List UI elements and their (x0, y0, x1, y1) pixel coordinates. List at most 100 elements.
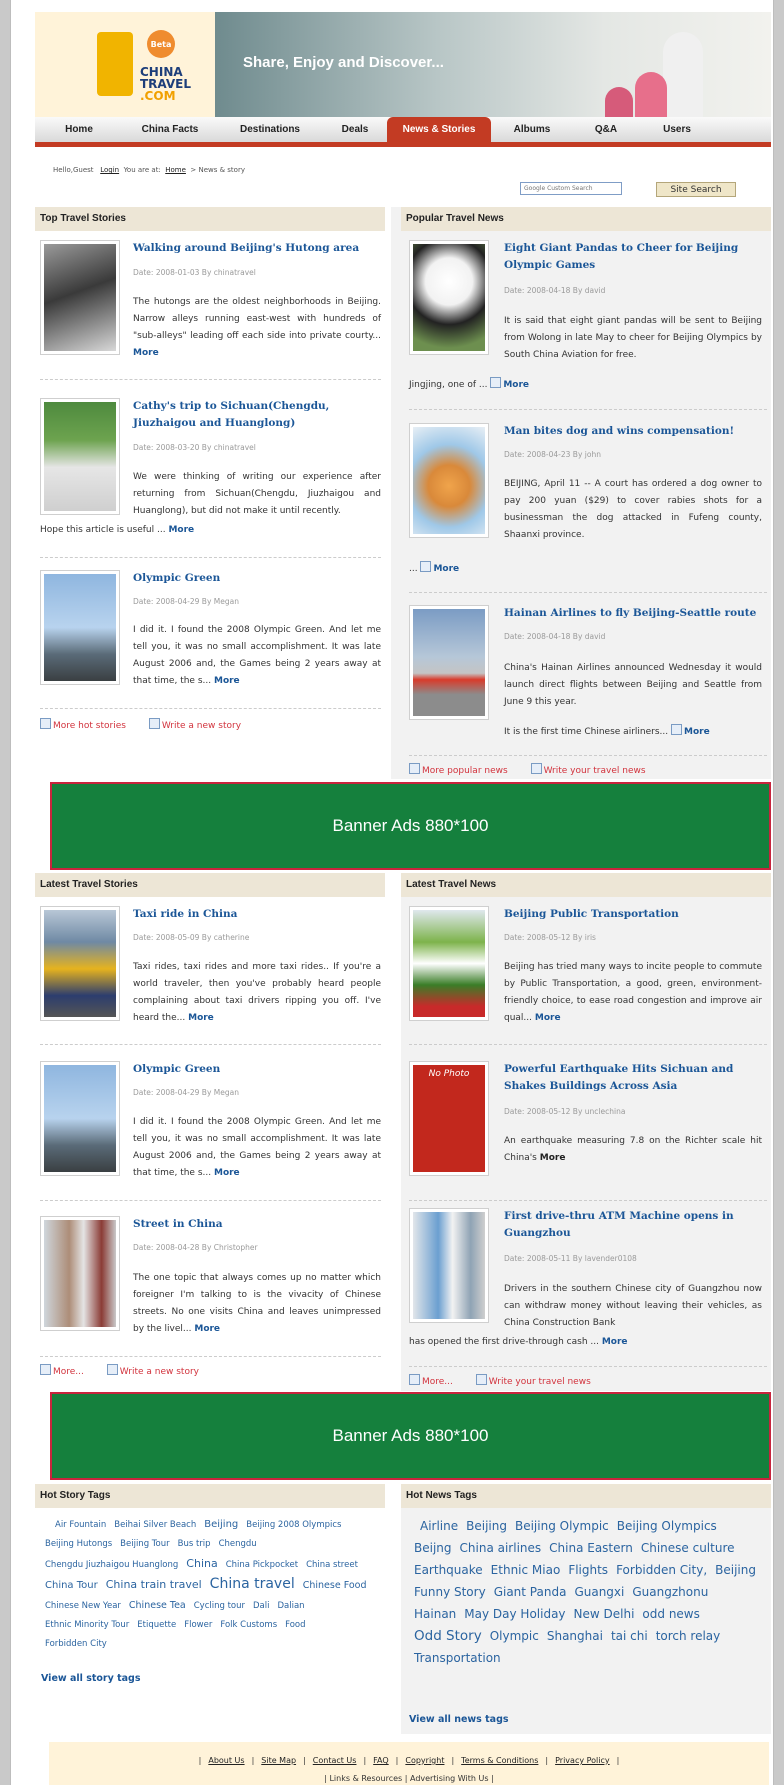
tag-link[interactable]: Food (285, 1616, 305, 1635)
tag-link[interactable]: Beijing Tour (120, 1535, 169, 1554)
tag-link[interactable]: China Eastern (549, 1537, 633, 1559)
banner-ad[interactable]: Banner Ads 880*100 (50, 782, 771, 870)
news-thumb-cartoon[interactable] (409, 423, 489, 538)
more-stories-link[interactable]: More... (40, 1364, 94, 1377)
banner-ad[interactable]: Banner Ads 880*100 (50, 1392, 771, 1480)
story-title[interactable]: Olympic Green (133, 570, 373, 587)
breadcrumb-home[interactable]: Home (165, 166, 186, 174)
tag-link[interactable]: torch relay (656, 1625, 721, 1647)
tag-link[interactable]: Beijing 2008 Olympics (246, 1516, 341, 1535)
tag-link[interactable]: Chengdu (219, 1535, 257, 1554)
tag-link[interactable]: Hainan (414, 1603, 456, 1625)
tag-link[interactable]: China airlines (460, 1537, 542, 1559)
tag-link[interactable]: Air Fountain (55, 1516, 106, 1535)
tag-link[interactable]: Flights (568, 1559, 608, 1581)
nav-deals[interactable]: Deals (323, 117, 387, 142)
tag-link[interactable]: Ethnic Minority Tour (45, 1616, 129, 1635)
write-news-link[interactable]: Write your travel news (530, 763, 656, 776)
more-link[interactable]: More (503, 380, 529, 390)
tag-link[interactable]: China street (306, 1556, 358, 1575)
tag-link[interactable]: tai chi (611, 1625, 648, 1647)
tag-link[interactable]: Earthquake (414, 1559, 483, 1581)
tag-link[interactable]: Ethnic Miao (491, 1559, 561, 1581)
news-title[interactable]: Powerful Earthquake Hits Sichuan and Sha… (504, 1061, 764, 1095)
tag-link[interactable]: Forbidden City (45, 1635, 107, 1654)
tag-link[interactable]: Chinese New Year (45, 1597, 121, 1616)
story-thumb-street[interactable] (40, 1216, 120, 1331)
more-link[interactable]: More (602, 1337, 628, 1347)
tag-link[interactable]: China train travel (106, 1575, 202, 1594)
more-hot-stories-link[interactable]: More hot stories (40, 718, 136, 731)
footer-link[interactable]: Site Map (261, 1756, 296, 1765)
tag-link[interactable]: Beijing (204, 1515, 238, 1534)
site-search-button[interactable]: Site Search (656, 182, 736, 197)
tag-link[interactable]: China (186, 1554, 217, 1573)
footer-link[interactable]: Privacy Policy (555, 1756, 610, 1765)
more-link[interactable]: More (433, 564, 459, 574)
tag-link[interactable]: Odd Story (414, 1625, 482, 1647)
tag-link[interactable]: May Day Holiday (464, 1603, 565, 1625)
story-title[interactable]: Street in China (133, 1216, 373, 1233)
view-all-story-tags[interactable]: View all story tags (41, 1673, 141, 1684)
news-title[interactable]: Hainan Airlines to fly Beijing-Seattle r… (504, 605, 764, 622)
tag-link[interactable]: Transportation (414, 1647, 501, 1669)
more-popular-news-link[interactable]: More popular news (409, 763, 518, 776)
more-link[interactable]: More (188, 1013, 214, 1023)
story-title[interactable]: Walking around Beijing's Hutong area (133, 240, 373, 257)
footer-link[interactable]: Copyright (405, 1756, 444, 1765)
tag-link[interactable]: Flower (184, 1616, 212, 1635)
footer-link[interactable]: FAQ (373, 1756, 389, 1765)
footer-link[interactable]: Contact Us (313, 1756, 357, 1765)
nav-news-stories[interactable]: News & Stories (387, 117, 491, 142)
tag-link[interactable]: Olympic (490, 1625, 539, 1647)
view-all-news-tags[interactable]: View all news tags (409, 1714, 509, 1725)
tag-link[interactable]: Cycling tour (194, 1597, 245, 1616)
tag-link[interactable]: New Delhi (574, 1603, 635, 1625)
tag-link[interactable]: Guangzhonu (632, 1581, 708, 1603)
more-link[interactable]: More (168, 525, 194, 535)
footer-link[interactable]: Advertising With Us (410, 1774, 489, 1783)
more-link[interactable]: More (214, 1168, 240, 1178)
login-link[interactable]: Login (100, 166, 119, 174)
story-thumb-olympic-green[interactable] (40, 1061, 120, 1176)
news-thumb-bus[interactable] (409, 906, 489, 1021)
tag-link[interactable]: Shanghai (547, 1625, 603, 1647)
story-thumb-hutong[interactable] (40, 240, 120, 355)
tag-link[interactable]: Beijng (414, 1537, 452, 1559)
tag-link[interactable]: Dalian (278, 1597, 305, 1616)
more-link[interactable]: More (540, 1153, 566, 1163)
tag-link[interactable]: Airline (420, 1515, 458, 1537)
news-thumb-panda[interactable] (409, 240, 489, 355)
story-thumb-taxi[interactable] (40, 906, 120, 1021)
tag-link[interactable]: Beihai Silver Beach (114, 1516, 196, 1535)
tag-link[interactable]: Bus trip (178, 1535, 211, 1554)
search-input[interactable] (520, 182, 622, 195)
tag-link[interactable]: Giant Panda (494, 1581, 567, 1603)
news-thumb-no-photo[interactable]: No Photo (409, 1061, 489, 1176)
write-news-link[interactable]: Write your travel news (475, 1374, 601, 1387)
tag-link[interactable]: China Tour (45, 1576, 98, 1595)
tag-link[interactable]: Etiquette (137, 1616, 176, 1635)
more-link[interactable]: More (194, 1324, 220, 1334)
tag-link[interactable]: Chinese Food (303, 1576, 367, 1595)
news-title[interactable]: Beijing Public Transportation (504, 906, 764, 923)
tag-link[interactable]: Funny Story (414, 1581, 486, 1603)
tag-link[interactable]: odd news (642, 1603, 699, 1625)
story-thumb-olympic-green[interactable] (40, 570, 120, 685)
site-logo[interactable]: Beta CHINA TRAVEL .COM (35, 12, 215, 117)
tag-link[interactable]: Beijing Olympics (617, 1515, 717, 1537)
tag-link[interactable]: Forbidden City, (616, 1559, 707, 1581)
nav-home[interactable]: Home (35, 117, 123, 142)
tag-link[interactable]: Chinese culture (641, 1537, 735, 1559)
more-link[interactable]: More (535, 1013, 561, 1023)
story-title[interactable]: Taxi ride in China (133, 906, 373, 923)
nav-china-facts[interactable]: China Facts (123, 117, 217, 142)
tag-link[interactable]: China Pickpocket (226, 1556, 298, 1575)
tag-link[interactable]: China travel (210, 1575, 295, 1594)
tag-link[interactable]: Beijing (466, 1515, 507, 1537)
footer-link[interactable]: About Us (208, 1756, 244, 1765)
news-title[interactable]: Eight Giant Pandas to Cheer for Beijing … (504, 240, 764, 274)
news-thumb-airplane[interactable] (409, 605, 489, 720)
nav-destinations[interactable]: Destinations (217, 117, 323, 142)
footer-link[interactable]: Links & Resources (329, 1774, 402, 1783)
